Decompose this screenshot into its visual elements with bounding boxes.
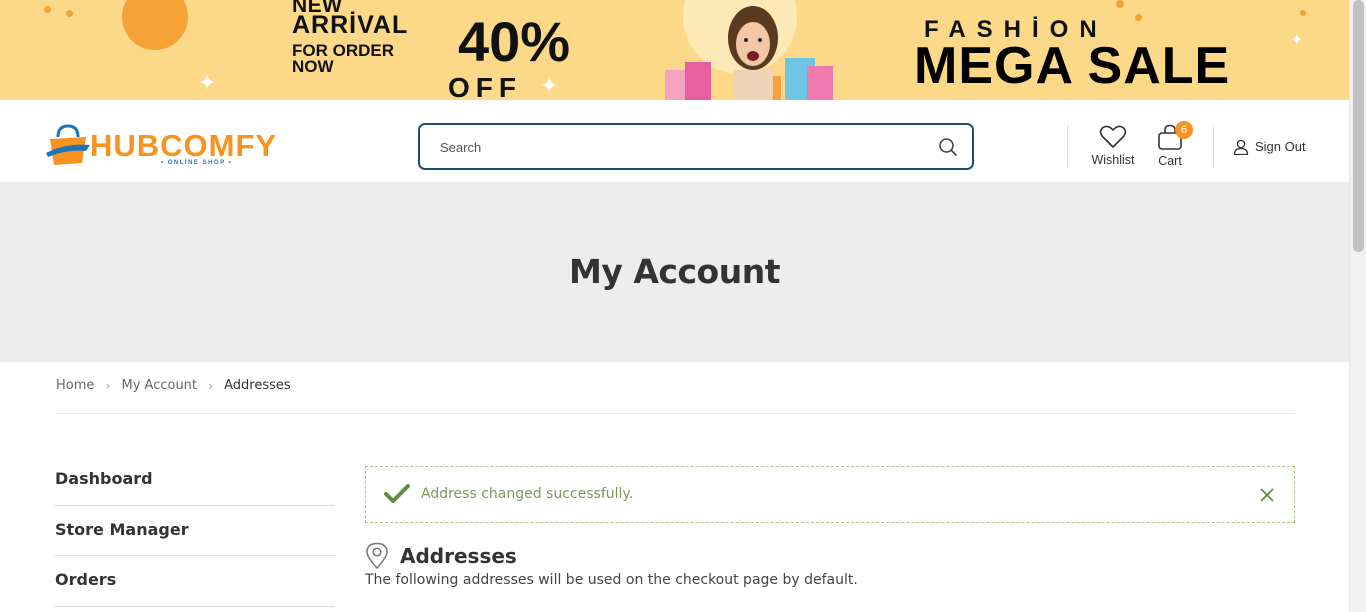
banner-discount: 40%: [458, 10, 571, 73]
shopping-woman-image: [665, 6, 833, 100]
banner-dot: [66, 10, 73, 17]
banner-order-text: FOR ORDER NOW: [292, 41, 394, 76]
sidebar-item-dashboard[interactable]: Dashboard: [55, 455, 335, 506]
addresses-description: The following addresses will be used on …: [365, 572, 858, 588]
banner-dot: [1135, 14, 1142, 21]
user-icon: [1233, 139, 1249, 155]
search-icon[interactable]: [938, 137, 958, 157]
banner-mega-sale-text: MEGA SALE: [914, 37, 1231, 95]
header-divider: [1067, 125, 1068, 167]
search-box: [418, 123, 974, 170]
banner-dot: [1116, 0, 1124, 8]
chevron-right-icon: ›: [208, 378, 213, 393]
close-icon[interactable]: [1259, 487, 1275, 503]
sparkle-icon: ✦: [198, 71, 217, 96]
logo-tagline: • ONLİNE SHOP •: [161, 160, 233, 166]
sidebar-item-store-manager[interactable]: Store Manager: [55, 506, 335, 556]
header-divider: [1213, 125, 1214, 167]
site-header: HUBCOMFY • ONLİNE SHOP • Wishlist Cart 6…: [0, 100, 1349, 182]
chevron-right-icon: ›: [105, 378, 111, 393]
shopping-bag-logo-icon: [46, 124, 90, 165]
banner-arrival-text: ARRİVAL: [292, 11, 409, 39]
page-title-band: My Account: [0, 182, 1349, 362]
location-pin-icon: [366, 542, 388, 570]
cart-count-badge: 6: [1175, 121, 1193, 139]
sparkle-icon: ✦: [540, 74, 559, 99]
banner-dot: [44, 6, 51, 13]
heart-icon: [1099, 125, 1127, 148]
success-notice: Address changed successfully.: [365, 466, 1295, 523]
cart-label: Cart: [1158, 154, 1182, 168]
scrollbar-thumb[interactable]: [1353, 0, 1364, 252]
addresses-heading: Addresses: [400, 544, 517, 568]
promo-banner[interactable]: ✦ ✦ ✦ NEW ARRİVAL FOR ORDER NOW 40% OFF …: [0, 0, 1349, 100]
logo-wordmark: HUBCOMFY: [90, 128, 278, 163]
sparkle-icon: ✦: [1290, 30, 1304, 49]
notice-message: Address changed successfully.: [421, 486, 634, 502]
wishlist-link[interactable]: Wishlist: [1090, 124, 1136, 167]
banner-sun-decoration: [122, 0, 188, 50]
breadcrumb-my-account-link[interactable]: My Account: [121, 378, 197, 393]
breadcrumb: Home › My Account › Addresses: [56, 378, 291, 396]
breadcrumb-divider: [56, 413, 1295, 414]
breadcrumb-current: Addresses: [224, 378, 291, 393]
wishlist-label: Wishlist: [1091, 153, 1135, 167]
search-input[interactable]: [440, 136, 920, 158]
sign-out-label: Sign Out: [1255, 139, 1306, 154]
sidebar-item-orders[interactable]: Orders: [55, 556, 335, 607]
banner-discount-suffix: OFF: [448, 72, 522, 100]
checkmark-icon: [384, 484, 410, 503]
banner-dot: [1300, 10, 1306, 16]
page-title: My Account: [569, 252, 780, 291]
page-scrollbar[interactable]: [1349, 0, 1366, 612]
account-sidebar-nav: Dashboard Store Manager Orders: [55, 455, 335, 607]
breadcrumb-home-link[interactable]: Home: [56, 378, 94, 393]
